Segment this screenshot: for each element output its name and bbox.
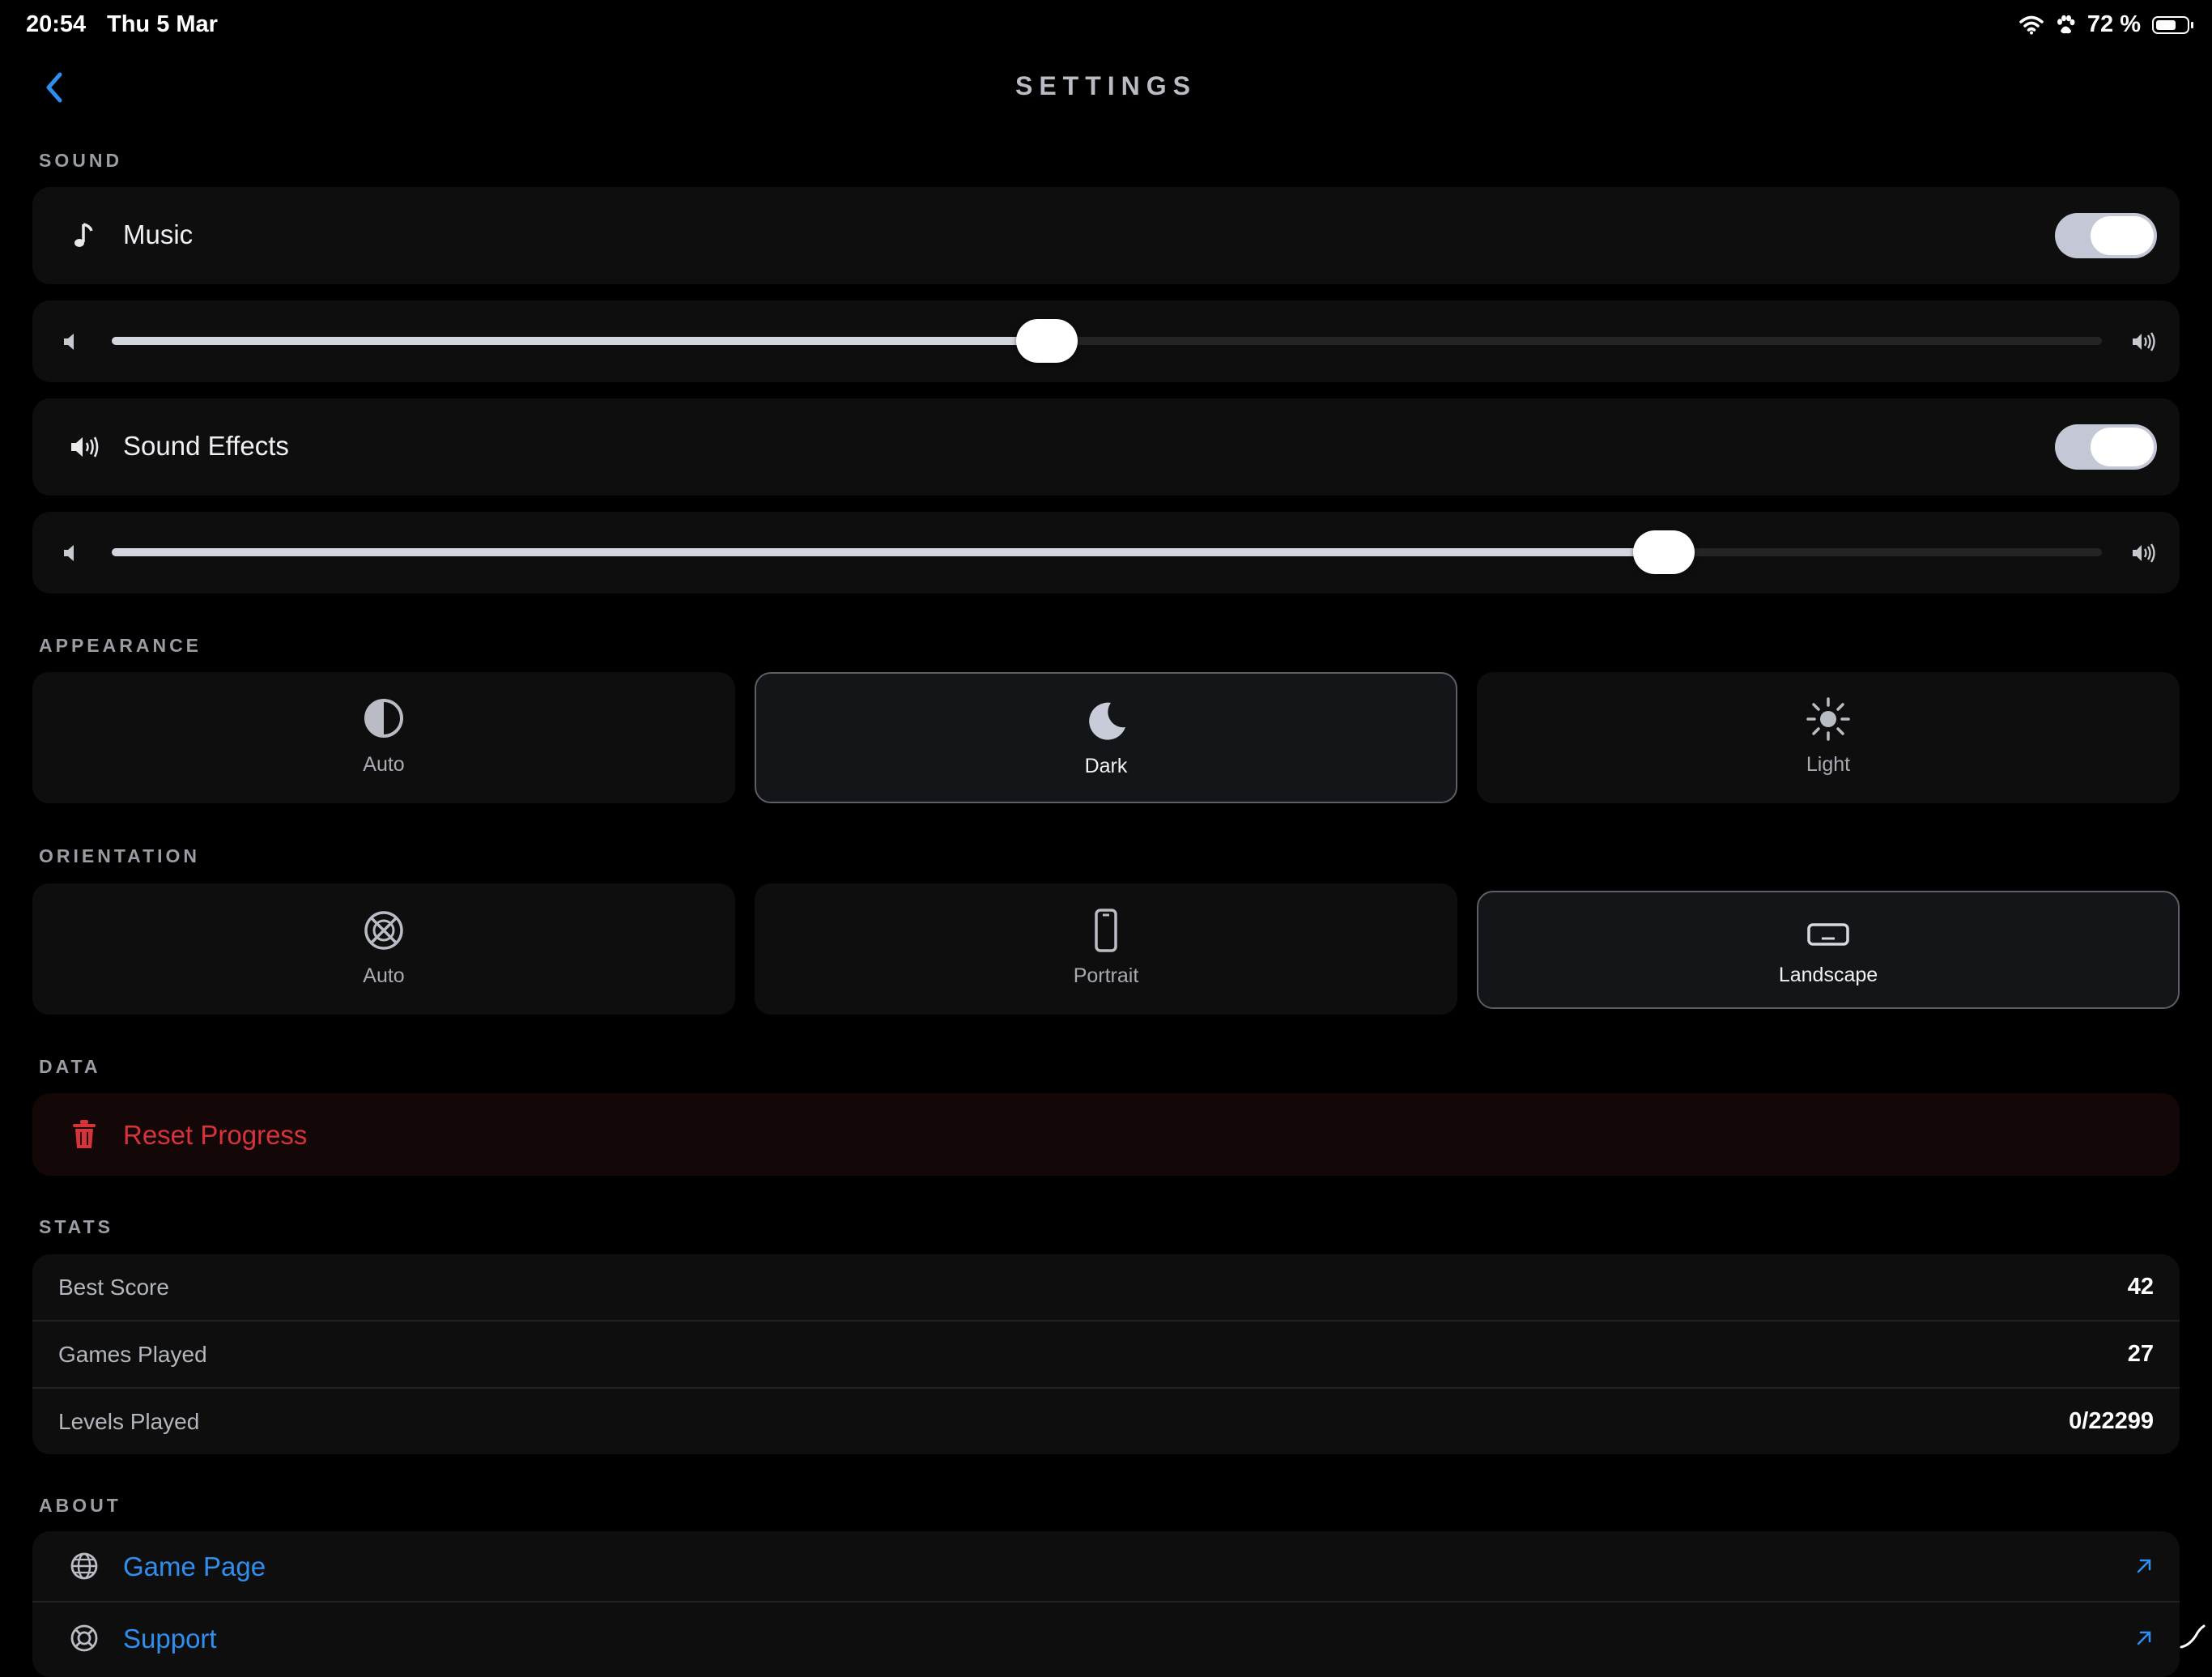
orientation-option-label: Portrait	[1073, 964, 1139, 987]
music-note-icon	[68, 219, 100, 252]
music-row: Music	[32, 187, 2180, 284]
appearance-option-light[interactable]: Light	[1477, 672, 2180, 803]
orientation-option-landscape[interactable]: Landscape	[1477, 891, 2180, 1009]
effects-volume-fill	[112, 548, 1665, 556]
sound-effects-toggle[interactable]	[2055, 424, 2157, 470]
music-volume-slider[interactable]	[112, 319, 2102, 363]
game-page-label: Game Page	[123, 1551, 266, 1581]
game-page-link[interactable]: Game Page	[32, 1531, 2180, 1601]
stats-row-best-score: Best Score 42	[32, 1254, 2180, 1321]
effects-volume-thumb[interactable]	[1633, 530, 1695, 574]
sound-effects-label: Sound Effects	[123, 431, 289, 461]
stat-value: 0/22299	[2069, 1408, 2154, 1434]
moon-icon	[756, 698, 1456, 743]
music-volume-thumb[interactable]	[1016, 319, 1078, 363]
stats-row-games-played: Games Played 27	[32, 1322, 2180, 1388]
status-indicators: 72 %	[2019, 11, 2193, 38]
section-label-sound: SOUND	[39, 150, 123, 171]
reset-progress-label: Reset Progress	[123, 1120, 308, 1150]
music-volume-row	[32, 300, 2180, 382]
volume-low-icon	[64, 334, 74, 350]
orientation-option-label: Landscape	[1778, 964, 1878, 986]
sun-icon	[1477, 696, 2180, 742]
reset-progress-button[interactable]: Reset Progress	[32, 1093, 2180, 1176]
section-label-data: DATA	[39, 1056, 101, 1077]
speaker-icon	[68, 431, 100, 463]
sound-effects-row: Sound Effects	[32, 398, 2180, 496]
volume-high-icon	[2133, 543, 2155, 563]
volume-high-icon	[2133, 332, 2155, 351]
effects-volume-row	[32, 512, 2180, 594]
stat-label: Games Played	[58, 1342, 207, 1367]
appearance-option-dark[interactable]: Dark	[755, 672, 1457, 803]
orientation-option-label: Auto	[363, 964, 405, 987]
external-link-icon	[2137, 1559, 2151, 1573]
globe-icon	[68, 1550, 100, 1582]
support-link[interactable]: Support	[32, 1603, 2180, 1672]
section-label-appearance: APPEARANCE	[39, 635, 202, 656]
effects-volume-slider[interactable]	[112, 530, 2102, 574]
status-time: 20:54	[26, 11, 87, 37]
stat-value: 27	[2127, 1341, 2154, 1367]
stat-value: 42	[2127, 1274, 2154, 1300]
stats-table: Best Score 42 Games Played 27 Levels Pla…	[32, 1254, 2180, 1454]
scroll-indicator-icon	[2180, 1624, 2206, 1649]
section-label-about: ABOUT	[39, 1495, 121, 1516]
appearance-option-auto[interactable]: Auto	[32, 672, 735, 803]
volume-low-icon	[64, 545, 74, 561]
appearance-option-label: Auto	[363, 753, 405, 776]
phone-landscape-icon	[1478, 918, 2178, 964]
stats-row-levels-played: Levels Played 0/22299	[32, 1389, 2180, 1455]
section-label-orientation: ORIENTATION	[39, 845, 201, 866]
appearance-option-label: Light	[1806, 753, 1851, 776]
orientation-option-portrait[interactable]: Portrait	[755, 883, 1457, 1015]
phone-portrait-icon	[755, 908, 1457, 953]
section-label-stats: STATS	[39, 1216, 113, 1237]
external-link-icon	[2137, 1631, 2151, 1645]
trash-icon	[68, 1118, 100, 1151]
page-title: SETTINGS	[1015, 71, 1197, 100]
appearance-option-label: Dark	[1084, 755, 1128, 777]
wifi-icon	[2019, 15, 2044, 34]
stat-label: Levels Played	[58, 1409, 200, 1434]
about-list: Game Page Support	[32, 1531, 2180, 1677]
battery-percent: 72 %	[2087, 11, 2141, 37]
paw-icon	[2057, 15, 2075, 33]
orientation-option-auto[interactable]: Auto	[32, 883, 735, 1015]
half-circle-icon	[32, 696, 735, 742]
battery-icon	[2152, 15, 2193, 34]
music-toggle[interactable]	[2055, 213, 2157, 258]
stat-label: Best Score	[58, 1275, 169, 1300]
music-volume-fill	[112, 337, 1048, 345]
lifebuoy-icon	[68, 1622, 100, 1654]
support-label: Support	[123, 1624, 217, 1654]
status-date: Thu 5 Mar	[107, 11, 218, 37]
rotation-lock-icon	[32, 908, 735, 953]
music-label: Music	[123, 219, 194, 249]
